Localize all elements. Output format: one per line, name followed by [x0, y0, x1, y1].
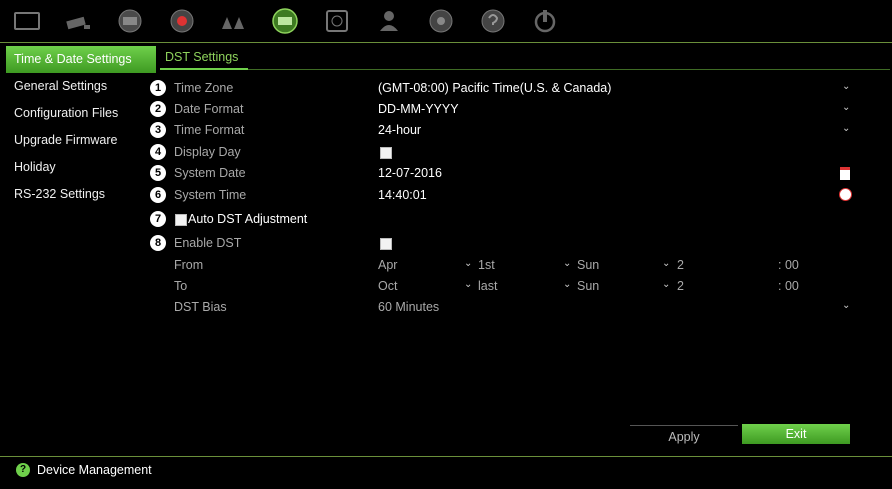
- sidebar-item-general[interactable]: General Settings: [6, 73, 156, 100]
- clock-icon[interactable]: [839, 188, 852, 201]
- sidebar-item-rs232[interactable]: RS-232 Settings: [6, 181, 156, 208]
- dst-bias-label: DST Bias: [174, 300, 227, 314]
- device-icon[interactable]: [268, 6, 302, 36]
- sidebar: Time & Date Settings General Settings Co…: [6, 46, 156, 208]
- row-enable-dst: 8 Enable DST: [150, 234, 860, 254]
- top-divider: [0, 42, 892, 43]
- exit-button[interactable]: Exit: [742, 424, 850, 444]
- display-day-label: Display Day: [174, 145, 241, 159]
- record-icon[interactable]: [165, 6, 199, 36]
- network-icon[interactable]: [113, 6, 147, 36]
- step-number: 6: [150, 187, 166, 203]
- from-week-select[interactable]: 1st: [478, 258, 495, 272]
- chevron-down-icon[interactable]: ⌄: [842, 81, 850, 92]
- to-month-select[interactable]: Oct: [378, 279, 397, 293]
- shutdown-icon[interactable]: [528, 6, 562, 36]
- tab-active-indicator: [160, 68, 248, 70]
- from-hour-select[interactable]: 2: [677, 258, 684, 272]
- camera-icon[interactable]: [62, 6, 96, 36]
- time-format-select[interactable]: 24-hour: [378, 123, 421, 137]
- user-icon[interactable]: [372, 6, 406, 36]
- sidebar-item-upgrade-firmware[interactable]: Upgrade Firmware: [6, 127, 156, 154]
- time-format-label: Time Format: [174, 123, 245, 137]
- row-dst-from: From Apr ⌄ 1st ⌄ Sun ⌄ 2 : 00: [150, 256, 860, 276]
- calendar-icon[interactable]: [840, 167, 850, 180]
- step-number: 8: [150, 235, 166, 251]
- to-day-select[interactable]: Sun: [577, 279, 599, 293]
- dst-bias-select[interactable]: 60 Minutes: [378, 300, 439, 314]
- step-number: 1: [150, 80, 166, 96]
- row-date-format: 2 Date Format DD-MM-YYYY ⌄: [150, 100, 860, 120]
- monitor-icon[interactable]: [10, 6, 44, 36]
- system-time-label: System Time: [174, 188, 247, 202]
- chevron-down-icon[interactable]: ⌄: [842, 102, 850, 113]
- enable-dst-label: Enable DST: [174, 236, 242, 250]
- row-system-time: 6 System Time 14:40:01: [150, 186, 860, 206]
- chevron-down-icon[interactable]: ⌄: [464, 258, 472, 269]
- step-number: 7: [150, 211, 166, 227]
- step-number: 2: [150, 101, 166, 117]
- step-number: 5: [150, 165, 166, 181]
- tab-divider: [160, 69, 890, 70]
- date-format-label: Date Format: [174, 102, 244, 116]
- help-icon[interactable]: ?: [16, 463, 30, 477]
- chevron-down-icon[interactable]: ⌄: [662, 258, 670, 269]
- device-management-label: Device Management: [37, 463, 152, 477]
- chevron-down-icon[interactable]: ⌄: [464, 279, 472, 290]
- chevron-down-icon[interactable]: ⌄: [563, 258, 571, 269]
- to-label: To: [174, 279, 188, 293]
- chevron-down-icon[interactable]: ⌄: [842, 123, 850, 134]
- auto-dst-label: Auto DST Adjustment: [188, 212, 308, 226]
- system-date-label: System Date: [174, 166, 246, 180]
- step-number: 3: [150, 122, 166, 138]
- from-day-select[interactable]: Sun: [577, 258, 599, 272]
- from-minute-value: : 00: [778, 258, 799, 272]
- row-time-zone: 1 Time Zone (GMT-08:00) Pacific Time(U.S…: [150, 79, 860, 99]
- to-week-select[interactable]: last: [478, 279, 497, 293]
- time-zone-label: Time Zone: [174, 81, 234, 95]
- row-dst-bias: DST Bias 60 Minutes ⌄: [150, 298, 860, 318]
- top-navigation: [0, 0, 892, 42]
- row-system-date: 5 System Date 12-07-2016: [150, 164, 860, 184]
- step-number: 4: [150, 144, 166, 160]
- from-label: From: [174, 258, 204, 272]
- row-dst-to: To Oct ⌄ last ⌄ Sun ⌄ 2 : 00: [150, 277, 860, 297]
- to-hour-select[interactable]: 2: [677, 279, 684, 293]
- hdd-icon[interactable]: [320, 6, 354, 36]
- alarm-icon[interactable]: [216, 6, 250, 36]
- from-month-select[interactable]: Apr: [378, 258, 397, 272]
- sidebar-item-config-files[interactable]: Configuration Files: [6, 100, 156, 127]
- sidebar-item-time-date[interactable]: Time & Date Settings: [6, 46, 156, 73]
- display-day-checkbox[interactable]: [380, 147, 392, 159]
- date-format-select[interactable]: DD-MM-YYYY: [378, 102, 459, 116]
- system-icon[interactable]: [424, 6, 458, 36]
- row-display-day: 4 Display Day: [150, 143, 860, 163]
- chevron-down-icon[interactable]: ⌄: [662, 279, 670, 290]
- system-date-input[interactable]: 12-07-2016: [378, 166, 442, 180]
- to-minute-value: : 00: [778, 279, 799, 293]
- auto-dst-checkbox[interactable]: [175, 214, 187, 226]
- chevron-down-icon[interactable]: ⌄: [842, 300, 850, 311]
- row-auto-dst: 7 Auto DST Adjustment: [150, 210, 860, 230]
- help-icon[interactable]: [476, 6, 510, 36]
- row-time-format: 3 Time Format 24-hour ⌄: [150, 121, 860, 141]
- tab-dst-settings[interactable]: DST Settings: [163, 47, 240, 67]
- apply-button[interactable]: Apply: [630, 425, 738, 446]
- chevron-down-icon[interactable]: ⌄: [563, 279, 571, 290]
- enable-dst-checkbox[interactable]: [380, 238, 392, 250]
- time-zone-select[interactable]: (GMT-08:00) Pacific Time(U.S. & Canada): [378, 81, 611, 95]
- system-time-input[interactable]: 14:40:01: [378, 188, 427, 202]
- sidebar-item-holiday[interactable]: Holiday: [6, 154, 156, 181]
